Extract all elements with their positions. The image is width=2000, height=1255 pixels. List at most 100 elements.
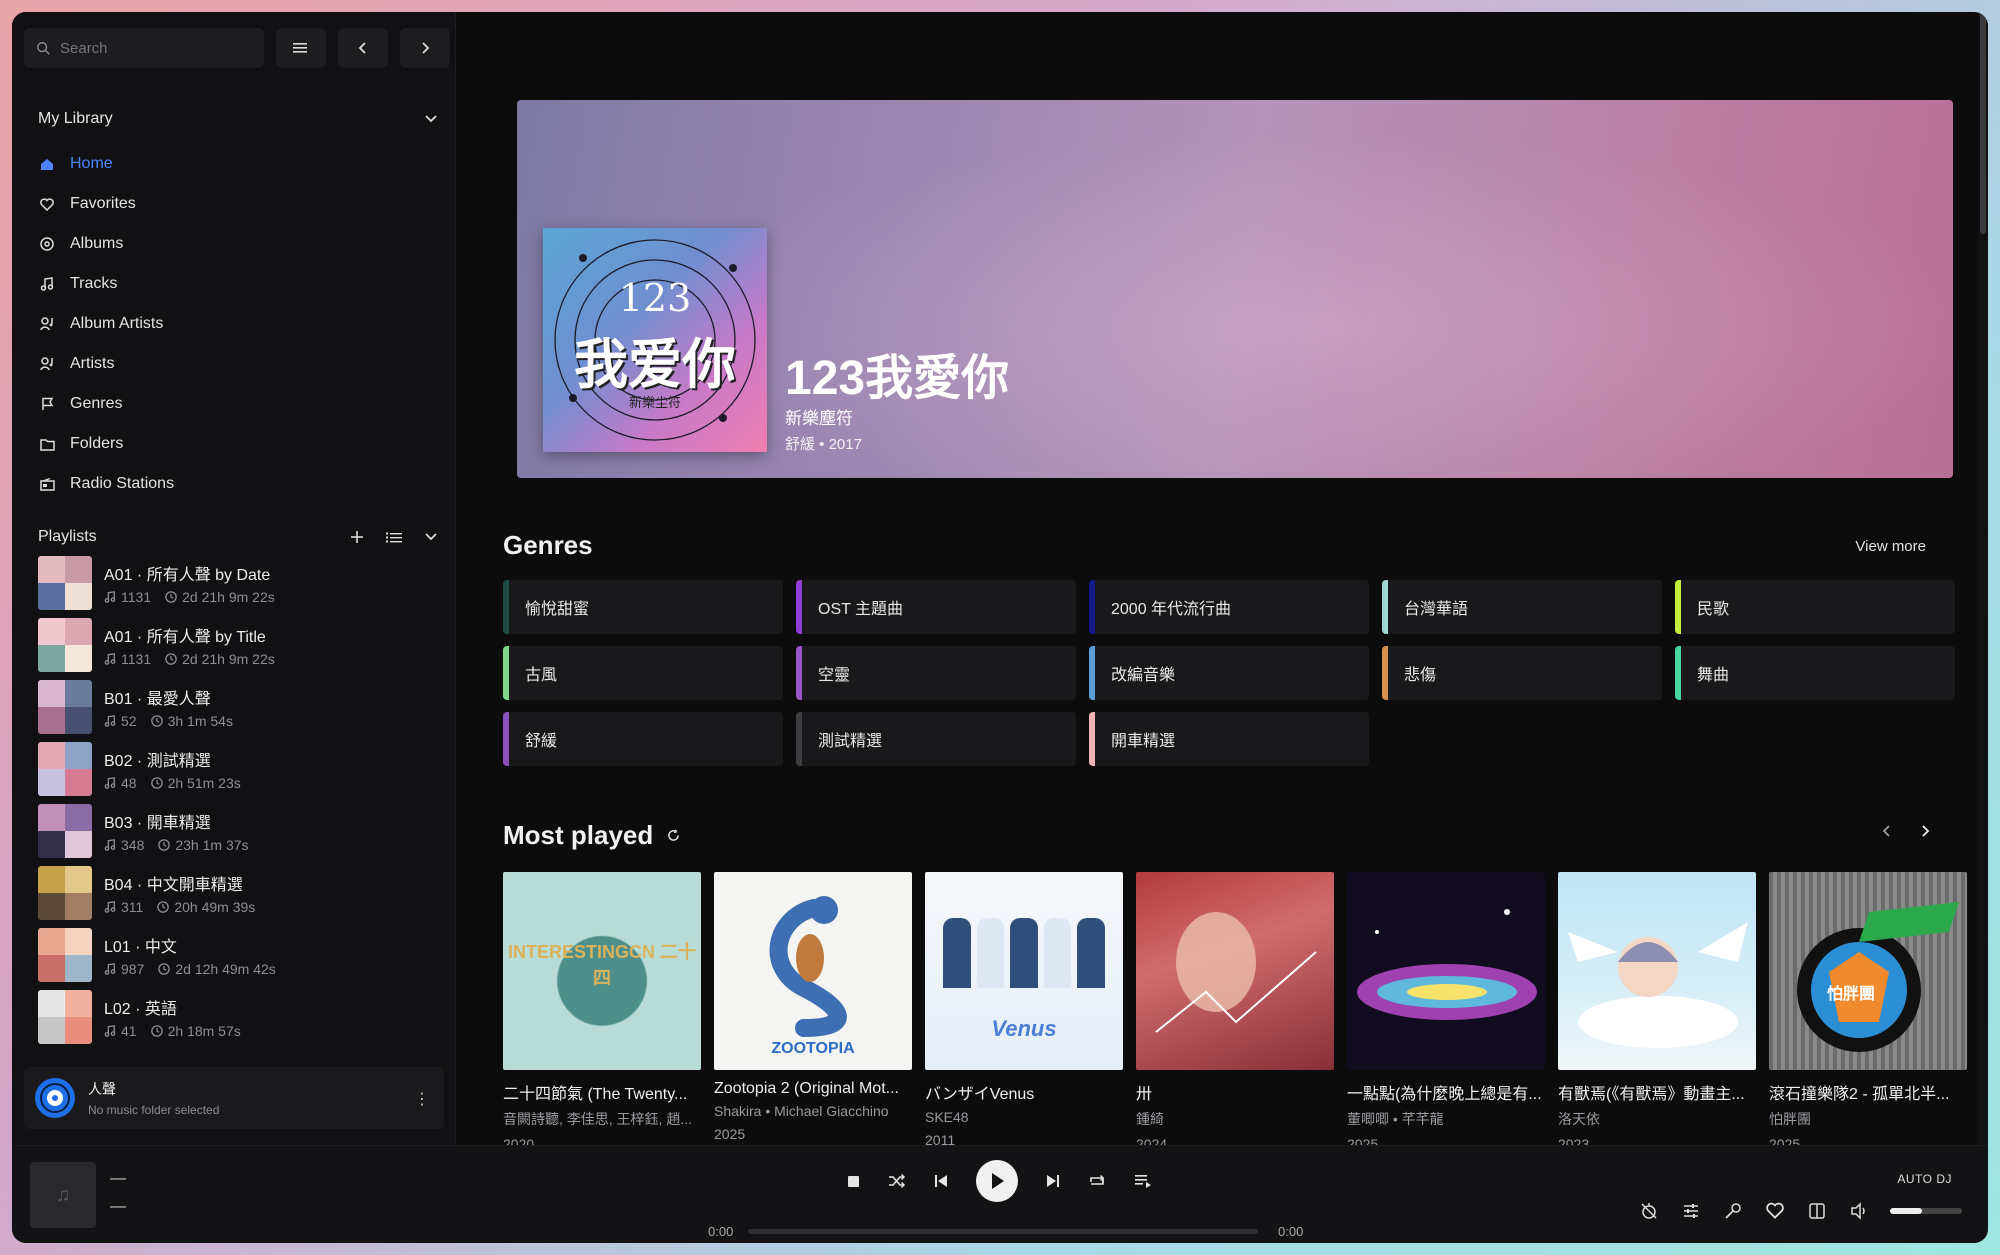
album-title[interactable]: バンザイVenus	[925, 1080, 1123, 1104]
album-card[interactable]: 怕胖團 滾石撞樂隊2 - 孤單北半... 怕胖團 2025	[1769, 872, 1967, 1145]
featured-album-cover[interactable]: 123 我爱你 新樂尘符	[543, 228, 767, 452]
scrollbar-thumb[interactable]	[1980, 12, 1986, 234]
genre-tile[interactable]: 開車精選	[1089, 712, 1369, 766]
sidebar-item-radio-stations[interactable]: Radio Stations	[24, 464, 444, 504]
album-artist[interactable]: 鍾綺	[1136, 1109, 1334, 1129]
album-cover[interactable]: Venus	[925, 872, 1123, 1070]
progress-bar[interactable]	[748, 1229, 1258, 1234]
album-artist[interactable]: 董唧唧 • 芊芊龍	[1347, 1109, 1545, 1129]
album-title[interactable]: 滾石撞樂隊2 - 孤單北半...	[1769, 1080, 1967, 1104]
search-box[interactable]	[24, 28, 264, 68]
library-header[interactable]: My Library	[38, 110, 438, 128]
forward-button[interactable]	[400, 28, 450, 68]
album-cover[interactable]	[1558, 872, 1756, 1070]
genres-view-more-link[interactable]: View more	[1855, 538, 1926, 555]
album-title[interactable]: 有獸焉(《有獸焉》動畫主...	[1558, 1080, 1756, 1104]
sidebar-item-folders[interactable]: Folders	[24, 424, 444, 464]
queue-icon[interactable]	[1134, 1173, 1152, 1189]
featured-album-banner[interactable]: 123 我爱你 新樂尘符 123我愛你 新樂塵符 舒緩 • 2017	[517, 100, 1953, 478]
chevron-left-icon[interactable]	[1882, 824, 1892, 838]
playlist-item[interactable]: B03 · 開車精選 348 23h 1m 37s	[38, 800, 438, 862]
next-icon[interactable]	[1046, 1174, 1060, 1188]
genre-tile[interactable]: 測試精選	[796, 712, 1076, 766]
auto-dj-label[interactable]: AUTO DJ	[1897, 1172, 1952, 1186]
sidebar-item-genres[interactable]: Genres	[24, 384, 444, 424]
shuffle-icon[interactable]	[888, 1173, 906, 1189]
album-card[interactable]: ZOOTOPIA Zootopia 2 (Original Mot... Sha…	[714, 872, 912, 1145]
playlist-item[interactable]: A01 · 所有人聲 by Title 1131 2d 21h 9m 22s	[38, 614, 438, 676]
playlist-item[interactable]: A01 · 所有人聲 by Date 1131 2d 21h 9m 22s	[38, 552, 438, 614]
album-card[interactable]: 一點點(為什麼晚上總是有... 董唧唧 • 芊芊龍 2025	[1347, 872, 1545, 1145]
genre-tile[interactable]: 2000 年代流行曲	[1089, 580, 1369, 634]
now-playing-artist[interactable]: —	[110, 1198, 126, 1216]
album-artist[interactable]: 怕胖團	[1769, 1109, 1967, 1129]
genre-tile[interactable]: OST 主題曲	[796, 580, 1076, 634]
chevron-right-icon[interactable]	[1920, 824, 1930, 838]
sidebar-item-favorites[interactable]: Favorites	[24, 184, 444, 224]
album-title[interactable]: Zootopia 2 (Original Mot...	[714, 1080, 912, 1098]
sleep-timer-off-icon[interactable]	[1640, 1202, 1658, 1220]
genre-tile[interactable]: 舒緩	[503, 712, 783, 766]
main-scrollbar[interactable]	[1978, 12, 1988, 1145]
album-cover[interactable]: ZOOTOPIA	[714, 872, 912, 1070]
featured-album-title[interactable]: 123我愛你	[785, 338, 1009, 408]
sidebar-item-album-artists[interactable]: Album Artists	[24, 304, 444, 344]
back-button[interactable]	[338, 28, 388, 68]
stop-icon[interactable]	[847, 1175, 860, 1188]
playlist-duration: 2d 21h 9m 22s	[165, 651, 275, 667]
album-cover[interactable]	[1136, 872, 1334, 1070]
playlist-item[interactable]: L02 · 英語 41 2h 18m 57s	[38, 986, 438, 1048]
genre-tile[interactable]: 舞曲	[1675, 646, 1955, 700]
sidebar-item-albums[interactable]: Albums	[24, 224, 444, 264]
playlist-item[interactable]: L01 · 中文 987 2d 12h 49m 42s	[38, 924, 438, 986]
playlist-item[interactable]: B02 · 測試精選 48 2h 51m 23s	[38, 738, 438, 800]
sidebar-item-home[interactable]: Home	[24, 144, 444, 184]
genre-tile[interactable]: 改編音樂	[1089, 646, 1369, 700]
equalizer-icon[interactable]	[1682, 1202, 1700, 1220]
genre-tile[interactable]: 空靈	[796, 646, 1076, 700]
playlist-item[interactable]: B01 · 最愛人聲 52 3h 1m 54s	[38, 676, 438, 738]
album-card[interactable]: 有獸焉(《有獸焉》動畫主... 洛天依 2023	[1558, 872, 1756, 1145]
album-card[interactable]: INTERESTINGCN 二十四 二十四節氣 (The Twenty... 音…	[503, 872, 701, 1145]
album-card[interactable]: 卅 鍾綺 2024	[1136, 872, 1334, 1145]
album-title[interactable]: 卅	[1136, 1080, 1334, 1104]
volume-icon[interactable]	[1850, 1202, 1868, 1220]
album-artist[interactable]: 音闕詩聽, 李佳思, 王梓鈺, 趙...	[503, 1109, 701, 1129]
album-artist[interactable]: SKE48	[925, 1109, 1123, 1125]
microphone-icon[interactable]	[1724, 1202, 1742, 1220]
plus-icon[interactable]	[350, 530, 364, 544]
heart-icon[interactable]	[1766, 1202, 1784, 1219]
album-artist[interactable]: 洛天依	[1558, 1109, 1756, 1129]
genre-tile[interactable]: 愉悅甜蜜	[503, 580, 783, 634]
genre-tile[interactable]: 古風	[503, 646, 783, 700]
play-button[interactable]	[976, 1160, 1018, 1202]
album-artist[interactable]: Shakira • Michael Giacchino	[714, 1103, 912, 1119]
search-input[interactable]	[60, 39, 240, 57]
previous-icon[interactable]	[934, 1174, 948, 1188]
playlist-item[interactable]: B04 · 中文開車精選 311 20h 49m 39s	[38, 862, 438, 924]
album-cover[interactable]: INTERESTINGCN 二十四	[503, 872, 701, 1070]
genre-tile[interactable]: 民歌	[1675, 580, 1955, 634]
sidebar-item-artists[interactable]: Artists	[24, 344, 444, 384]
genre-tile[interactable]: 台灣華語	[1382, 580, 1662, 634]
album-title[interactable]: 一點點(為什麼晚上總是有...	[1347, 1080, 1545, 1104]
chevron-down-icon[interactable]	[424, 114, 438, 124]
more-options-icon[interactable]: ⋮	[414, 1089, 430, 1109]
album-card[interactable]: Venus バンザイVenus SKE48 2011	[925, 872, 1123, 1145]
list-icon[interactable]	[386, 531, 402, 544]
chevron-down-icon[interactable]	[424, 532, 438, 542]
album-cover[interactable]	[1347, 872, 1545, 1070]
repeat-icon[interactable]	[1088, 1173, 1106, 1189]
now-playing-artwork[interactable]: ♫	[30, 1162, 96, 1228]
genre-tile[interactable]: 悲傷	[1382, 646, 1662, 700]
album-cover[interactable]: 怕胖團	[1769, 872, 1967, 1070]
refresh-icon[interactable]	[667, 829, 680, 842]
menu-button[interactable]	[276, 28, 326, 68]
volume-slider[interactable]	[1890, 1208, 1962, 1214]
now-playing-title[interactable]: —	[110, 1170, 126, 1188]
album-title[interactable]: 二十四節氣 (The Twenty...	[503, 1080, 701, 1104]
music-library-card[interactable]: 人聲 No music folder selected ⋮	[24, 1067, 444, 1129]
mini-player-icon[interactable]	[1808, 1202, 1826, 1220]
sidebar-item-tracks[interactable]: Tracks	[24, 264, 444, 304]
featured-album-artist[interactable]: 新樂塵符	[785, 404, 853, 429]
